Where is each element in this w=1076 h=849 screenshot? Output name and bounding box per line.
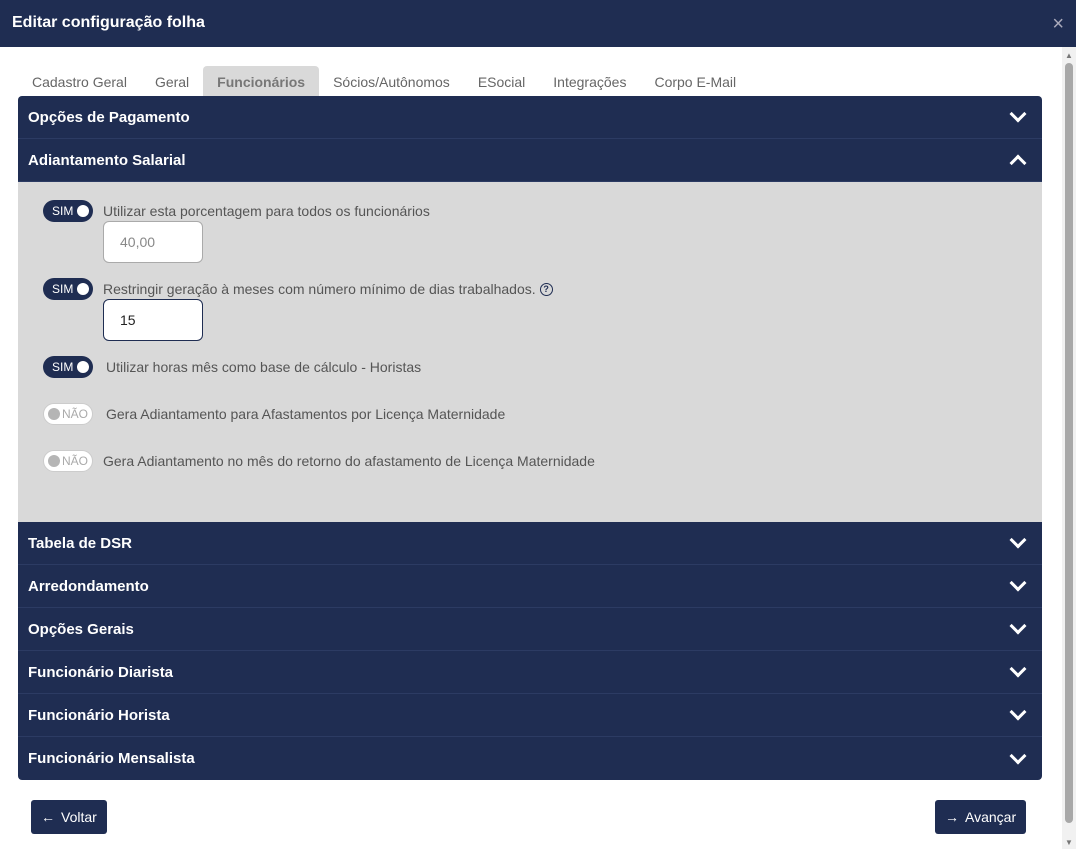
toggle-restringir[interactable]: SIM — [43, 278, 93, 300]
section-title: Funcionário Mensalista — [28, 750, 195, 767]
toggle-label: SIM — [52, 360, 74, 374]
section-funcionario-mensalista[interactable]: Funcionário Mensalista — [18, 737, 1042, 780]
next-label: Avançar — [965, 809, 1017, 825]
back-label: Voltar — [61, 809, 97, 825]
dias-minimos-input[interactable]: 15 — [103, 299, 203, 341]
toggle-label: NÃO — [62, 407, 89, 421]
toggle-licenca-maternidade[interactable]: NÃO — [43, 403, 93, 425]
section-arredondamento[interactable]: Arredondamento — [18, 565, 1042, 608]
adiantamento-body: SIM Utilizar esta porcentagem para todos… — [18, 182, 1042, 522]
chevron-up-icon — [1009, 154, 1027, 172]
option-label: Gera Adiantamento no mês do retorno do a… — [103, 453, 595, 469]
chevron-down-icon — [1009, 531, 1027, 549]
toggle-retorno-licenca[interactable]: NÃO — [43, 450, 93, 472]
section-tabela-dsr[interactable]: Tabela de DSR — [18, 522, 1042, 565]
scrollbar[interactable]: ▲ ▼ — [1062, 47, 1076, 849]
option-row: NÃO Gera Adiantamento para Afastamentos … — [43, 403, 505, 425]
tab-funcionarios[interactable]: Funcionários — [203, 66, 320, 96]
arrow-left-icon: ← — [41, 809, 55, 825]
help-icon[interactable]: ? — [539, 282, 553, 296]
toggle-horas-mes[interactable]: SIM — [43, 356, 93, 378]
porcentagem-input[interactable]: 40,00 — [103, 221, 203, 263]
section-title: Arredondamento — [28, 577, 149, 595]
chevron-down-icon — [1009, 747, 1027, 764]
toggle-label: SIM — [52, 282, 74, 296]
chevron-down-icon — [1009, 105, 1027, 123]
section-title: Funcionário Diarista — [28, 663, 174, 681]
modal-title: Editar configuração folha — [12, 14, 205, 31]
toggle-label: SIM — [52, 204, 74, 218]
section-opcoes-gerais[interactable]: Opções Gerais — [18, 608, 1042, 651]
section-title: Adiantamento Salarial — [28, 151, 186, 169]
accordion: Opções de Pagamento Adiantamento Salaria… — [18, 96, 1042, 780]
section-title: Opções Gerais — [28, 620, 134, 638]
option-label: Restringir geração à meses com número mí… — [103, 281, 536, 297]
modal-header: Editar configuração folha × — [0, 0, 1076, 47]
option-label: Utilizar esta porcentagem para todos os … — [103, 203, 430, 219]
tab-socios-autonomos[interactable]: Sócios/Autônomos — [319, 66, 464, 96]
tab-bar: Cadastro Geral Geral Funcionários Sócios… — [18, 66, 750, 96]
toggle-label: NÃO — [62, 454, 89, 468]
section-opcoes-pagamento[interactable]: Opções de Pagamento — [18, 96, 1042, 139]
option-row: SIM Utilizar horas mês como base de cálc… — [43, 356, 421, 378]
chevron-down-icon — [1009, 660, 1027, 678]
tab-corpo-email[interactable]: Corpo E-Mail — [640, 66, 750, 96]
section-funcionario-horista[interactable]: Funcionário Horista — [18, 694, 1042, 737]
section-adiantamento-salarial[interactable]: Adiantamento Salarial — [18, 139, 1042, 182]
scroll-down-icon[interactable]: ▼ — [1065, 838, 1073, 847]
chevron-down-icon — [1009, 703, 1027, 721]
scrollbar-thumb[interactable] — [1065, 63, 1073, 823]
next-button[interactable]: → Avançar — [935, 800, 1027, 834]
tab-cadastro-geral[interactable]: Cadastro Geral — [18, 66, 141, 96]
option-row: SIM Restringir geração à meses com númer… — [43, 278, 553, 300]
arrow-right-icon: → — [945, 809, 959, 825]
section-title: Opções de Pagamento — [28, 108, 190, 126]
toggle-porcentagem[interactable]: SIM — [43, 200, 93, 222]
option-label: Gera Adiantamento para Afastamentos por … — [106, 406, 506, 422]
tab-esocial[interactable]: ESocial — [464, 66, 539, 96]
option-row: NÃO Gera Adiantamento no mês do retorno … — [43, 450, 595, 472]
close-icon[interactable]: × — [1052, 13, 1064, 36]
section-title: Tabela de DSR — [28, 534, 132, 552]
back-button[interactable]: ← Voltar — [31, 800, 107, 834]
option-label: Utilizar horas mês como base de cálculo … — [106, 359, 422, 375]
tab-integracoes[interactable]: Integrações — [539, 66, 640, 96]
section-title: Funcionário Horista — [28, 706, 170, 724]
tab-geral[interactable]: Geral — [141, 66, 203, 96]
chevron-down-icon — [1009, 574, 1027, 592]
chevron-down-icon — [1009, 617, 1027, 635]
section-funcionario-diarista[interactable]: Funcionário Diarista — [18, 651, 1042, 694]
scroll-up-icon[interactable]: ▲ — [1065, 51, 1073, 60]
option-row: SIM Utilizar esta porcentagem para todos… — [43, 200, 430, 222]
